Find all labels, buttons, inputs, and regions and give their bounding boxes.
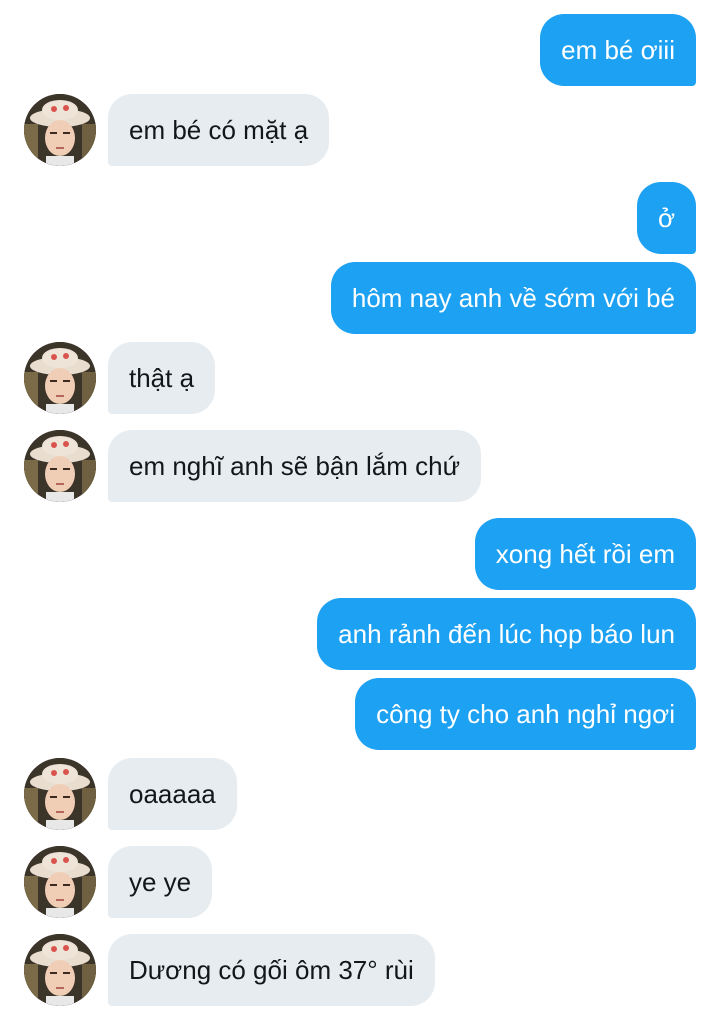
message-row-outgoing: xong hết rồi em (0, 518, 720, 590)
message-row-incoming: em nghĩ anh sẽ bận lắm chứ (0, 430, 720, 502)
outgoing-message-bubble[interactable]: công ty cho anh nghỉ ngơi (355, 678, 696, 750)
message-row-incoming: em bé có mặt ạ (0, 94, 720, 166)
outgoing-message-bubble[interactable]: hôm nay anh về sớm với bé (330, 262, 696, 334)
incoming-message-bubble[interactable]: em bé có mặt ạ (108, 94, 330, 166)
message-row-incoming: oaaaaa (0, 758, 720, 830)
contact-avatar[interactable] (24, 94, 96, 166)
outgoing-message-bubble[interactable]: em bé ơiii (540, 14, 696, 86)
message-row-outgoing: anh rảnh đến lúc họp báo lun (0, 598, 720, 670)
message-row-outgoing: hôm nay anh về sớm với bé (0, 262, 720, 334)
message-row-outgoing: công ty cho anh nghỉ ngơi (0, 678, 720, 750)
incoming-message-bubble[interactable]: oaaaaa (108, 758, 237, 830)
incoming-message-bubble[interactable]: Dương có gối ôm 37° rùi (108, 934, 435, 1006)
incoming-message-bubble[interactable]: thật ạ (108, 342, 216, 414)
incoming-message-bubble[interactable]: em nghĩ anh sẽ bận lắm chứ (108, 430, 482, 502)
avatar-photo-icon (24, 94, 96, 166)
outgoing-message-bubble[interactable]: anh rảnh đến lúc họp báo lun (317, 598, 696, 670)
contact-avatar[interactable] (24, 342, 96, 414)
avatar-photo-icon (24, 934, 96, 1006)
avatar-photo-icon (24, 342, 96, 414)
message-row-incoming: ye ye (0, 846, 720, 918)
outgoing-message-bubble[interactable]: xong hết rồi em (474, 518, 696, 590)
contact-avatar[interactable] (24, 758, 96, 830)
contact-avatar[interactable] (24, 934, 96, 1006)
avatar-photo-icon (24, 758, 96, 830)
contact-avatar[interactable] (24, 846, 96, 918)
message-row-outgoing: em bé ơiii (0, 14, 720, 86)
message-row-incoming: thật ạ (0, 342, 720, 414)
contact-avatar[interactable] (24, 430, 96, 502)
avatar-photo-icon (24, 430, 96, 502)
message-row-outgoing: ở (0, 182, 720, 254)
avatar-photo-icon (24, 846, 96, 918)
message-row-incoming: Dương có gối ôm 37° rùi (0, 934, 720, 1006)
incoming-message-bubble[interactable]: ye ye (108, 846, 213, 918)
outgoing-message-bubble[interactable]: ở (636, 182, 696, 254)
chat-thread: em bé ơiii em bé có mặt ạ ở hôm nay anh … (0, 0, 720, 1016)
